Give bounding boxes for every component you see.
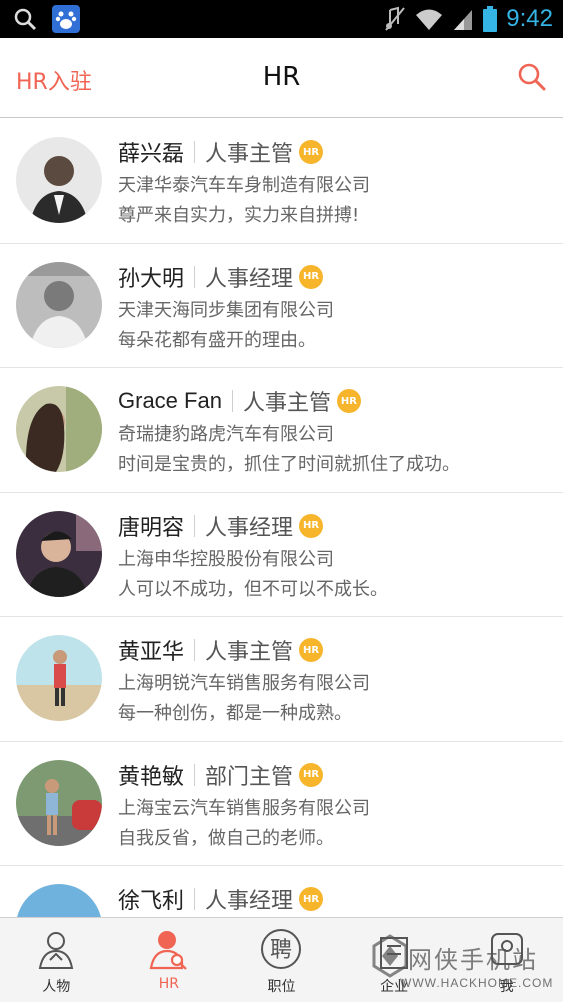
tab-people[interactable]: 人物: [0, 918, 113, 1002]
company-name: 天津天海同步集团有限公司: [118, 299, 334, 321]
watermark: 网侠手机站 WWW.HACKHOME.COM: [370, 928, 560, 998]
company-name: 上海宝云汽车销售服务有限公司: [118, 797, 370, 819]
motto-text: 每一种创伤，都是一种成熟。: [118, 703, 352, 724]
list-item[interactable]: Grace Fan 人事主管 HR 奇瑞捷豹路虎汽车有限公司 时间是宝贵的，抓住…: [0, 368, 563, 493]
hr-icon: [149, 931, 187, 970]
search-icon: [14, 8, 37, 31]
person-name: 徐飞利: [118, 889, 185, 914]
person-role: 人事主管: [205, 142, 294, 167]
watermark-text: 网侠手机站: [408, 946, 538, 974]
avatar: [16, 884, 102, 917]
tab-jobs[interactable]: 聘 职位: [225, 918, 338, 1002]
watermark-logo-icon: [372, 934, 408, 978]
person-role: 人事主管: [242, 391, 331, 416]
motto-text: 尊严来自实力，实力来自拼搏!: [118, 205, 360, 226]
search-icon[interactable]: [517, 62, 547, 92]
person-role: 人事主管: [205, 640, 294, 665]
divider: [194, 763, 196, 786]
person-name: 黄亚华: [118, 640, 185, 665]
person-icon: [39, 932, 74, 969]
avatar: [16, 759, 102, 846]
mute-icon: [385, 6, 406, 31]
avatar: [16, 137, 102, 223]
watermark-url: WWW.HACKHOME.COM: [400, 976, 554, 990]
status-time: 9:42: [506, 5, 553, 32]
list-item[interactable]: 黄艳敏 部门主管 HR 上海宝云汽车销售服务有限公司 自我反省，做自己的老师。: [0, 742, 563, 866]
list-item[interactable]: 薛兴磊 人事主管 HR 天津华泰汽车车身制造有限公司 尊严来自实力，实力来自拼搏…: [0, 119, 563, 244]
motto-text: 人可以不成功，但不可以不成长。: [118, 578, 388, 600]
company-name: 奇瑞捷豹路虎汽车有限公司: [118, 424, 334, 445]
tab-label: 职位: [267, 979, 296, 995]
hr-badge-icon: HR: [299, 140, 324, 164]
hr-badge-icon: HR: [299, 762, 324, 787]
person-name: 黄艳敏: [118, 764, 185, 790]
hr-badge-icon: HR: [299, 264, 324, 289]
hr-list: 薛兴磊 人事主管 HR 天津华泰汽车车身制造有限公司 尊严来自实力，实力来自拼搏…: [0, 119, 563, 917]
tab-hr[interactable]: HR: [113, 918, 226, 1002]
hr-badge-icon: HR: [299, 887, 324, 911]
person-name: Grace Fan: [118, 388, 222, 413]
divider: [194, 141, 196, 163]
hr-badge-icon: HR: [299, 638, 324, 662]
avatar: [16, 386, 102, 472]
page-title: HR: [262, 62, 301, 92]
divider: [194, 514, 196, 537]
divider: [194, 265, 196, 288]
battery-icon: [483, 6, 498, 32]
app-header: HR入驻 HR: [0, 38, 563, 118]
avatar: [16, 510, 102, 597]
person-role: 人事经理: [205, 515, 294, 541]
avatar: [16, 261, 102, 348]
company-name: 天津华泰汽车车身制造有限公司: [118, 175, 370, 196]
signal-icon: [454, 10, 473, 30]
wifi-icon: [416, 9, 443, 30]
person-name: 唐明容: [118, 515, 185, 541]
list-item[interactable]: 黄亚华 人事主管 HR 上海明锐汽车销售服务有限公司 每一种创伤，都是一种成熟。: [0, 617, 563, 742]
tab-label: 人物: [42, 979, 71, 995]
motto-text: 时间是宝贵的，抓住了时间就抓住了成功。: [118, 454, 460, 475]
list-item[interactable]: 唐明容 人事经理 HR 上海申华控股股份有限公司 人可以不成功，但不可以不成长。: [0, 493, 563, 617]
divider: [194, 888, 196, 910]
hr-badge-icon: HR: [336, 389, 361, 413]
status-bar: 9:42: [0, 0, 563, 38]
baidu-app-icon: [52, 5, 80, 33]
company-name: 上海明锐汽车销售服务有限公司: [118, 673, 370, 694]
person-name: 孙大明: [118, 266, 185, 292]
job-icon: 聘: [261, 929, 302, 969]
svg-text:聘: 聘: [270, 938, 292, 963]
divider: [231, 390, 233, 412]
motto-text: 自我反省，做自己的老师。: [118, 827, 334, 849]
person-name: 薛兴磊: [118, 142, 185, 167]
person-role: 部门主管: [205, 764, 294, 790]
person-role: 人事经理: [205, 889, 294, 914]
avatar: [16, 635, 102, 721]
divider: [194, 639, 196, 661]
tab-label: HR: [158, 976, 180, 992]
company-name: 上海申华控股股份有限公司: [118, 548, 334, 570]
hr-badge-icon: HR: [299, 513, 324, 538]
list-item[interactable]: 徐飞利 人事经理 HR: [0, 866, 563, 917]
motto-text: 每朵花都有盛开的理由。: [118, 329, 316, 351]
person-role: 人事经理: [205, 266, 294, 292]
list-item[interactable]: 孙大明 人事经理 HR 天津天海同步集团有限公司 每朵花都有盛开的理由。: [0, 244, 563, 368]
